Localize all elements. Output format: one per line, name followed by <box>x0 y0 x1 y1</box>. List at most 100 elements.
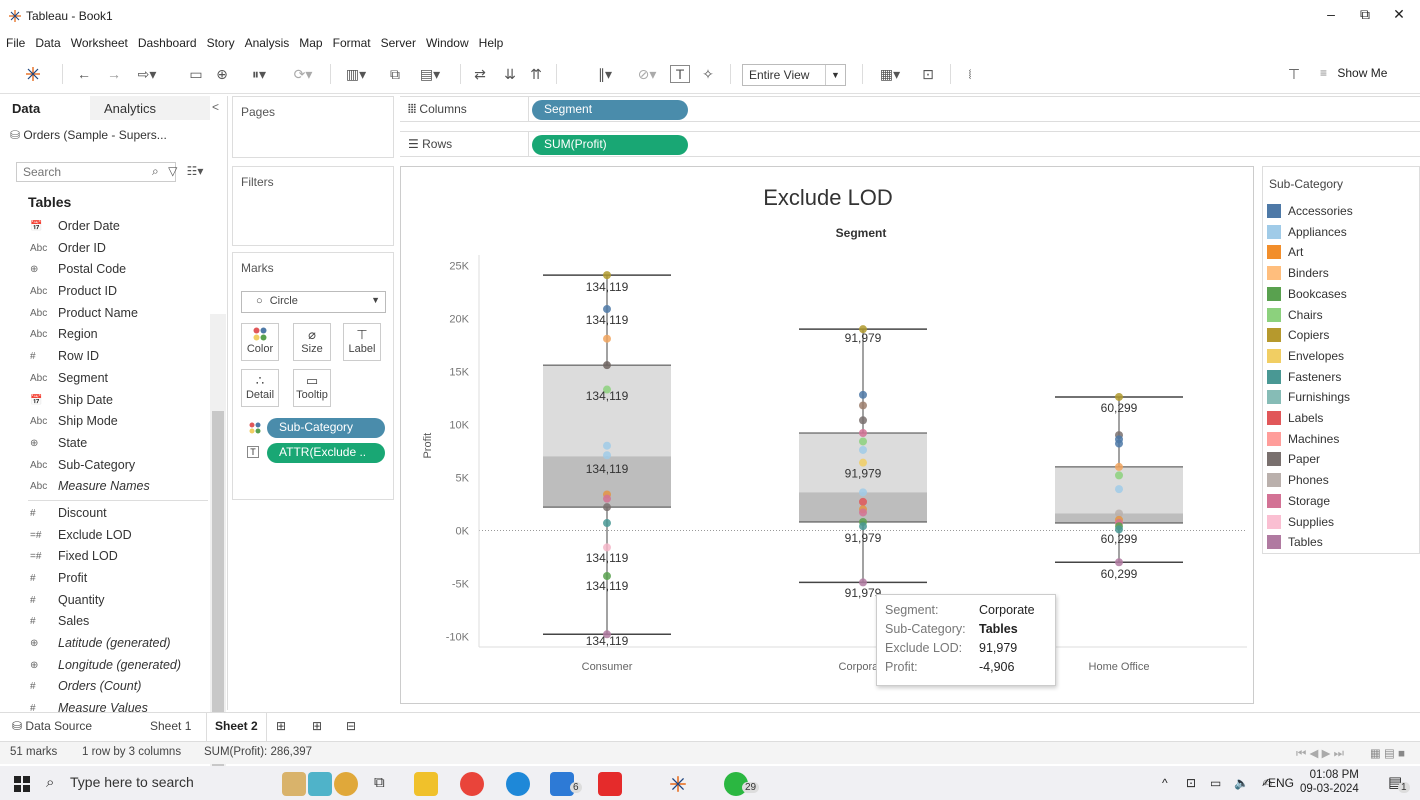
show-me-button[interactable]: ≡ Show Me <box>1320 66 1387 80</box>
sort-asc-icon[interactable]: ⇊ <box>500 65 520 83</box>
menu-worksheet[interactable]: Worksheet <box>66 33 133 53</box>
data-point[interactable] <box>603 441 611 450</box>
data-point[interactable] <box>603 361 611 370</box>
tab-data[interactable]: Data <box>0 96 90 120</box>
data-point[interactable] <box>1115 558 1123 567</box>
detail-button[interactable]: ∴ Detail <box>241 369 279 407</box>
field-item[interactable]: Abc Sub-Category <box>0 455 210 477</box>
pin-icon[interactable]: ✧ <box>698 65 718 83</box>
field-item[interactable]: ⊕ Latitude (generated) <box>0 633 210 655</box>
share-icon[interactable]: ⧙ <box>960 65 980 83</box>
menu-map[interactable]: Map <box>294 33 327 53</box>
sheet-view-icon[interactable]: ▦ ▤ ■ <box>1370 746 1405 760</box>
sub-category-pill[interactable]: Sub-Category <box>267 418 385 438</box>
search-icon[interactable]: ⌕ <box>152 164 159 178</box>
data-point[interactable] <box>859 401 867 410</box>
data-point[interactable] <box>603 519 611 528</box>
sum-profit-pill[interactable]: SUM(Profit) <box>532 135 688 155</box>
field-item[interactable]: # Quantity <box>0 590 210 612</box>
pause-updates-icon[interactable]: ⏸▾ <box>244 65 274 83</box>
data-point[interactable] <box>859 497 867 506</box>
hide-cards-icon[interactable]: ⊤ <box>1284 65 1304 83</box>
field-item[interactable]: Abc Segment <box>0 368 210 390</box>
data-point[interactable] <box>603 503 611 512</box>
data-point[interactable] <box>859 522 867 531</box>
menu-analysis[interactable]: Analysis <box>240 33 295 53</box>
datasource-item[interactable]: ⛁ Orders (Sample - Supers... <box>10 128 167 142</box>
data-point[interactable] <box>859 416 867 425</box>
view-options-icon[interactable]: ☷▾ <box>187 164 204 178</box>
refresh-icon[interactable]: ⟳▾ <box>286 65 320 83</box>
label-button[interactable]: ⊤ Label <box>343 323 381 361</box>
tab-analytics[interactable]: Analytics <box>90 96 210 120</box>
field-item[interactable]: 📅 Ship Date <box>0 390 210 412</box>
field-item[interactable]: # Profit <box>0 568 210 590</box>
field-item[interactable]: ⊕ Longitude (generated) <box>0 655 210 677</box>
pages-card[interactable]: Pages <box>232 96 394 158</box>
tooltip-button[interactable]: ▭ Tooltip <box>293 369 331 407</box>
size-button[interactable]: ⌀ Size <box>293 323 331 361</box>
replay-icon[interactable]: ⇨▾ <box>132 65 162 83</box>
new-worksheet-icon[interactable]: ▥▾ <box>340 65 372 83</box>
filters-card[interactable]: Filters <box>232 166 394 246</box>
new-worksheet-icon[interactable]: ⊞ <box>268 713 294 741</box>
field-item[interactable]: Abc Region <box>0 324 210 346</box>
data-point[interactable] <box>1115 392 1123 401</box>
clock[interactable]: 01:08 PM 09-03-2024 <box>1300 768 1359 796</box>
field-item[interactable]: 📅 Order Date <box>0 216 210 238</box>
tab-data-source[interactable]: ⛁ Data Source <box>4 713 100 741</box>
menu-window[interactable]: Window <box>421 33 474 53</box>
menu-data[interactable]: Data <box>30 33 65 53</box>
filter-icon[interactable]: ▽ <box>168 164 177 178</box>
redo-icon[interactable]: → <box>104 65 124 83</box>
menu-dashboard[interactable]: Dashboard <box>133 33 202 53</box>
swap-icon[interactable]: ⇄ <box>470 65 490 83</box>
weather-icon[interactable] <box>334 772 358 796</box>
menu-help[interactable]: Help <box>474 33 509 53</box>
attr-exclude-pill[interactable]: ATTR(Exclude .. <box>267 443 385 463</box>
field-item[interactable]: Abc Product Name <box>0 303 210 325</box>
data-point[interactable] <box>603 494 611 503</box>
field-item[interactable]: # Orders (Count) <box>0 676 210 698</box>
tray-chevron-icon[interactable]: ^ <box>1162 776 1168 790</box>
data-point[interactable] <box>603 543 611 552</box>
rows-shelf[interactable]: ☰ Rows SUM(Profit) <box>400 131 1420 157</box>
field-item[interactable]: # Row ID <box>0 346 210 368</box>
battery-icon[interactable]: ▭ <box>1210 776 1221 790</box>
language-indicator[interactable]: ENG <box>1268 776 1294 790</box>
data-point[interactable] <box>1115 462 1123 471</box>
field-item[interactable]: ⊕ Postal Code <box>0 259 210 281</box>
minimize-button[interactable]: – <box>1316 6 1346 26</box>
network-icon[interactable]: ⊡ <box>1186 776 1196 790</box>
data-point[interactable] <box>1115 439 1123 448</box>
tableau-home-icon[interactable] <box>24 65 42 83</box>
field-item[interactable]: # Discount <box>0 503 210 525</box>
data-point[interactable] <box>859 428 867 437</box>
sheet-nav-icon[interactable]: ⏮ ◀ ▶ ⏭ <box>1296 746 1344 761</box>
chrome-icon[interactable] <box>460 772 484 796</box>
field-item[interactable]: Abc Order ID <box>0 238 210 260</box>
color-button[interactable]: Color <box>241 323 279 361</box>
volume-icon[interactable]: 🔈 <box>1234 776 1249 790</box>
field-item[interactable]: =# Fixed LOD <box>0 546 210 568</box>
field-item[interactable]: ⊕ State <box>0 433 210 455</box>
data-point[interactable] <box>859 437 867 446</box>
field-item[interactable]: # Sales <box>0 611 210 633</box>
field-item[interactable]: =# Exclude LOD <box>0 525 210 547</box>
data-point[interactable] <box>859 390 867 399</box>
data-point[interactable] <box>1115 485 1123 494</box>
data-point[interactable] <box>603 271 611 280</box>
fit-dropdown[interactable]: Entire View ▼ <box>742 64 846 86</box>
field-item[interactable]: Abc Measure Names <box>0 476 210 498</box>
duplicate-icon[interactable]: ⧉ <box>384 65 406 83</box>
show-cards-icon[interactable]: ▦▾ <box>874 65 906 83</box>
field-item[interactable]: Abc Product ID <box>0 281 210 303</box>
youtube-icon[interactable] <box>598 772 622 796</box>
show-labels-icon[interactable]: T <box>670 65 690 83</box>
tableau-taskbar-icon[interactable] <box>668 774 688 794</box>
presentation-icon[interactable]: ⊡ <box>918 65 938 83</box>
taskbar-search[interactable]: Type here to search <box>70 774 194 790</box>
edge-icon[interactable] <box>506 772 530 796</box>
close-button[interactable]: ✕ <box>1384 6 1414 26</box>
file-explorer-icon[interactable] <box>414 772 438 796</box>
